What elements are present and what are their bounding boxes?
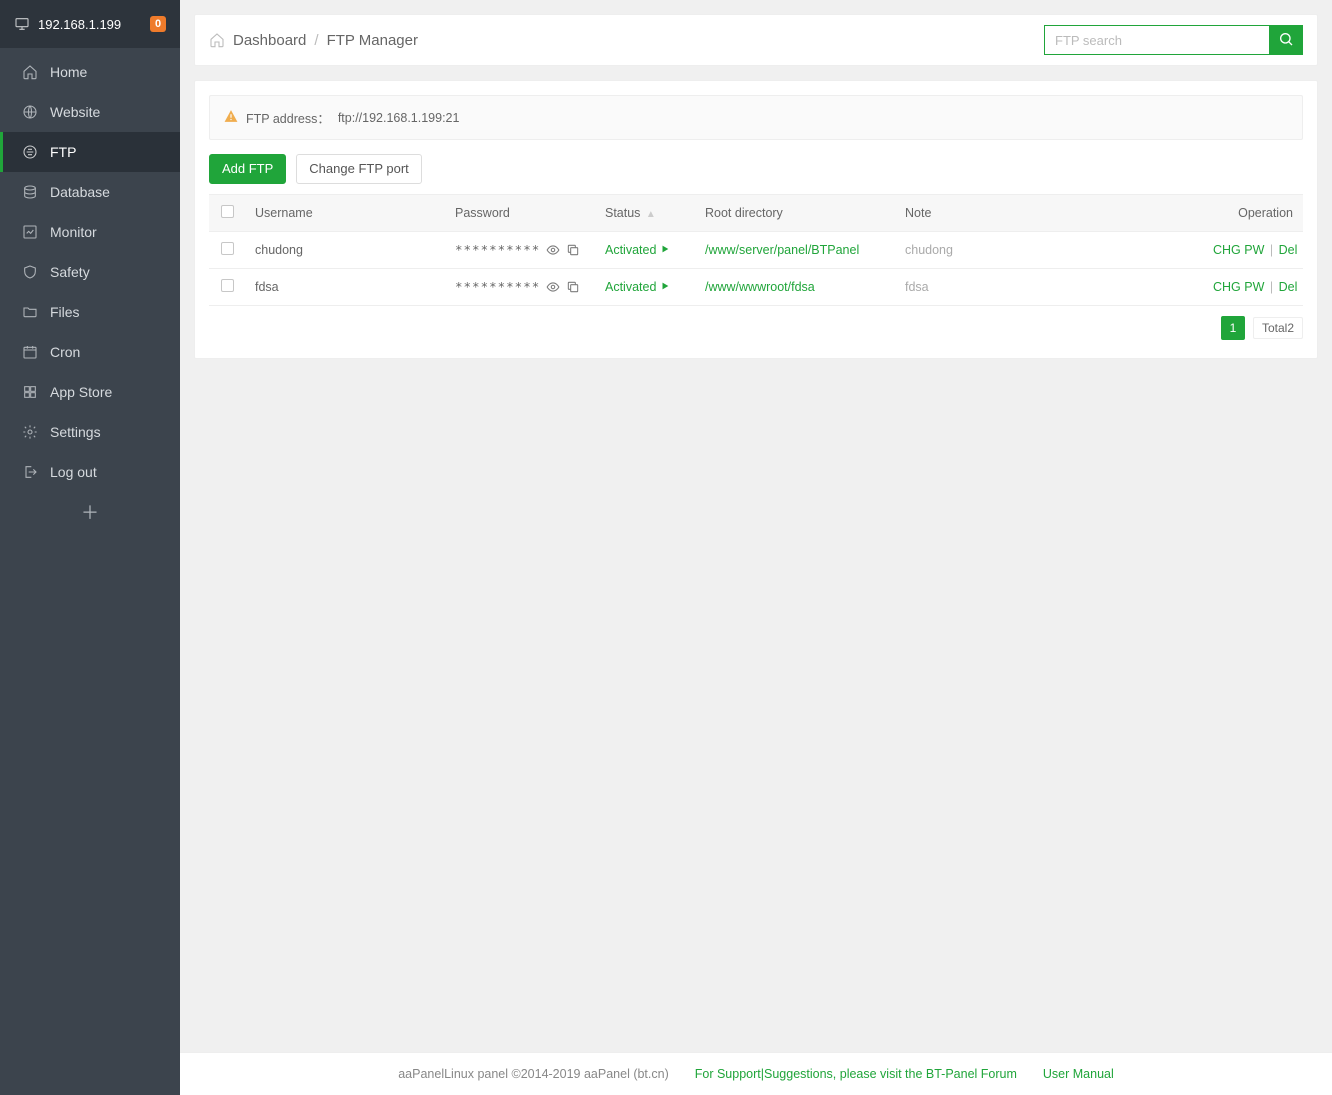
footer-support-link[interactable]: For Support|Suggestions, please visit th… <box>695 1067 1017 1081</box>
copy-icon[interactable] <box>566 280 580 294</box>
play-icon <box>660 243 670 257</box>
eye-icon[interactable] <box>546 243 560 257</box>
warning-icon <box>224 109 238 126</box>
breadcrumb: Dashboard / FTP Manager <box>209 32 418 49</box>
table-row: fdsa ********** <box>209 268 1303 305</box>
cell-username: fdsa <box>245 268 445 305</box>
sidebar-item-label: Home <box>50 64 87 80</box>
change-password-link[interactable]: CHG PW <box>1213 280 1264 294</box>
table-row: chudong ********** <box>209 231 1303 268</box>
sidebar-item-logout[interactable]: Log out <box>0 452 180 492</box>
root-directory-link[interactable]: /www/wwwroot/fdsa <box>705 280 815 294</box>
page-total: Total2 <box>1253 317 1303 339</box>
sort-asc-icon: ▲ <box>646 209 656 220</box>
col-header-note: Note <box>895 194 1203 231</box>
delete-link[interactable]: Del <box>1279 280 1298 294</box>
page-current[interactable]: 1 <box>1221 316 1245 340</box>
search-input[interactable] <box>1044 25 1269 55</box>
copy-icon[interactable] <box>566 243 580 257</box>
ftp-table: Username Password Status ▲ Root director… <box>209 194 1303 306</box>
sidebar-item-label: Log out <box>50 464 97 480</box>
search-box <box>1044 25 1303 55</box>
ftp-address-notice: FTP address： ftp://192.168.1.199:21 <box>209 95 1303 140</box>
ftp-address-label: FTP address： <box>246 108 330 127</box>
sidebar-item-label: Settings <box>50 424 101 440</box>
change-ftp-port-button[interactable]: Change FTP port <box>296 154 421 184</box>
ftp-icon <box>22 144 38 160</box>
root-directory-link[interactable]: /www/server/panel/BTPanel <box>705 243 859 257</box>
password-mask: ********** <box>455 242 540 257</box>
sidebar-item-label: FTP <box>50 144 76 160</box>
sidebar-item-website[interactable]: Website <box>0 92 180 132</box>
footer-copyright: aaPanelLinux panel ©2014-2019 aaPanel (b… <box>398 1067 669 1081</box>
col-header-root: Root directory <box>695 194 895 231</box>
sidebar-item-label: Monitor <box>50 224 97 240</box>
sidebar-item-label: App Store <box>50 384 112 400</box>
delete-link[interactable]: Del <box>1279 243 1298 257</box>
col-header-password: Password <box>445 194 595 231</box>
sidebar-item-appstore[interactable]: App Store <box>0 372 180 412</box>
calendar-icon <box>22 344 38 360</box>
server-ip: 192.168.1.199 <box>38 17 121 32</box>
footer: aaPanelLinux panel ©2014-2019 aaPanel (b… <box>180 1052 1332 1095</box>
plus-icon: ＋ <box>81 499 99 525</box>
row-checkbox[interactable] <box>221 242 234 255</box>
breadcrumb-separator: / <box>314 32 318 49</box>
sidebar-item-cron[interactable]: Cron <box>0 332 180 372</box>
col-header-username[interactable]: Username <box>245 194 445 231</box>
breadcrumb-dashboard-link[interactable]: Dashboard <box>233 32 306 49</box>
sidebar-item-label: Files <box>50 304 80 320</box>
monitor-icon <box>14 16 30 32</box>
sidebar-item-settings[interactable]: Settings <box>0 412 180 452</box>
eye-icon[interactable] <box>546 280 560 294</box>
main: Dashboard / FTP Manager <box>180 0 1332 1095</box>
add-ftp-button[interactable]: Add FTP <box>209 154 286 184</box>
password-mask: ********** <box>455 279 540 294</box>
pagination: 1 Total2 <box>209 306 1303 344</box>
status-label[interactable]: Activated <box>605 243 656 257</box>
grid-icon <box>22 384 38 400</box>
sidebar-add-button[interactable]: ＋ <box>0 492 180 532</box>
home-outline-icon <box>209 32 225 48</box>
cell-note[interactable]: fdsa <box>905 280 929 294</box>
sidebar-item-label: Database <box>50 184 110 200</box>
play-icon <box>660 280 670 294</box>
notification-badge[interactable]: 0 <box>150 16 166 32</box>
gear-icon <box>22 424 38 440</box>
sidebar-item-files[interactable]: Files <box>0 292 180 332</box>
cell-note[interactable]: chudong <box>905 243 953 257</box>
cell-username: chudong <box>245 231 445 268</box>
sidebar-item-label: Cron <box>50 344 80 360</box>
row-checkbox[interactable] <box>221 279 234 292</box>
database-icon <box>22 184 38 200</box>
col-header-operation: Operation <box>1203 194 1303 231</box>
sidebar-item-label: Website <box>50 104 100 120</box>
ftp-address-value: ftp://192.168.1.199:21 <box>338 111 460 125</box>
sidebar: 192.168.1.199 0 Home Website FTP Databas… <box>0 0 180 1095</box>
col-header-status-label: Status <box>605 206 640 220</box>
sidebar-item-safety[interactable]: Safety <box>0 252 180 292</box>
chart-icon <box>22 224 38 240</box>
footer-manual-link[interactable]: User Manual <box>1043 1067 1114 1081</box>
sidebar-item-monitor[interactable]: Monitor <box>0 212 180 252</box>
col-header-status[interactable]: Status ▲ <box>595 194 695 231</box>
search-button[interactable] <box>1269 25 1303 55</box>
select-all-checkbox[interactable] <box>221 205 234 218</box>
folder-icon <box>22 304 38 320</box>
sidebar-nav: Home Website FTP Database Monitor Safety <box>0 48 180 492</box>
breadcrumb-current: FTP Manager <box>327 32 418 49</box>
status-label[interactable]: Activated <box>605 280 656 294</box>
sidebar-header: 192.168.1.199 0 <box>0 0 180 48</box>
search-icon <box>1278 31 1294 50</box>
shield-icon <box>22 264 38 280</box>
sidebar-item-database[interactable]: Database <box>0 172 180 212</box>
logout-icon <box>22 464 38 480</box>
globe-icon <box>22 104 38 120</box>
change-password-link[interactable]: CHG PW <box>1213 243 1264 257</box>
sidebar-item-home[interactable]: Home <box>0 52 180 92</box>
sidebar-item-ftp[interactable]: FTP <box>0 132 180 172</box>
sidebar-item-label: Safety <box>50 264 90 280</box>
home-icon <box>22 64 38 80</box>
